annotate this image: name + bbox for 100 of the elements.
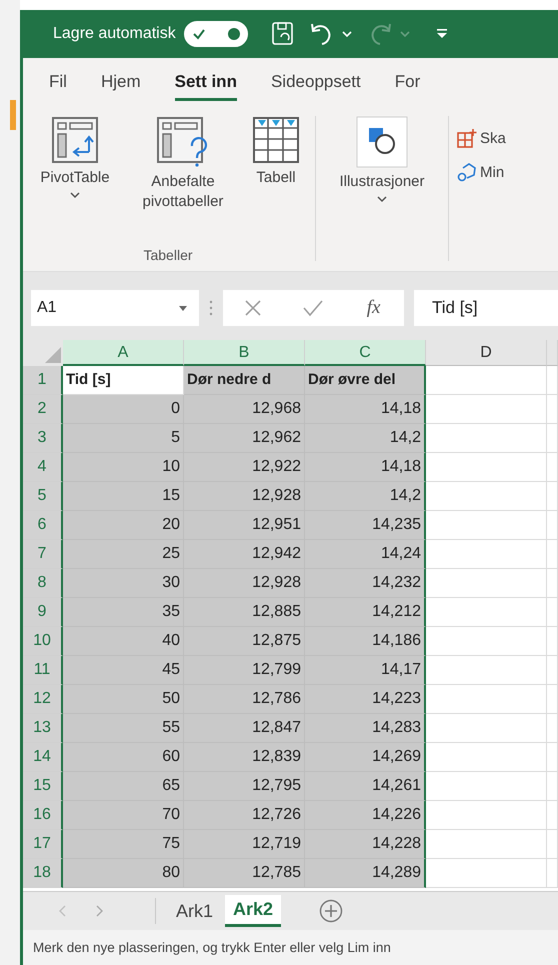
row-header[interactable]: 6 <box>23 511 63 540</box>
ribbon-button[interactable]: Anbefalte pivottabeller <box>127 114 239 247</box>
table-cell: 12,942 <box>184 540 305 569</box>
caret-icon[interactable] <box>342 30 352 38</box>
table-cell: 14,235 <box>305 511 426 540</box>
row-header[interactable]: 15 <box>23 772 63 801</box>
grip-icon[interactable] <box>209 299 213 317</box>
table-cell: 80 <box>63 859 184 888</box>
table-cell: 14,226 <box>305 801 426 830</box>
table-cell: 0 <box>63 395 184 424</box>
row-header[interactable]: 2 <box>23 395 63 424</box>
table-cell <box>547 424 558 453</box>
customize-icon[interactable] <box>436 28 448 40</box>
row-header[interactable]: 8 <box>23 569 63 598</box>
check-icon[interactable] <box>302 298 324 318</box>
table-icon <box>252 116 300 164</box>
shapes-icon <box>356 116 408 168</box>
pivot-table-icon <box>51 116 99 164</box>
table-cell <box>547 482 558 511</box>
dropdown-caret-icon <box>377 196 387 202</box>
table-cell <box>547 598 558 627</box>
table-cell: 14,212 <box>305 598 426 627</box>
name-box[interactable]: A1 <box>31 290 199 326</box>
row-header[interactable]: 12 <box>23 685 63 714</box>
row-header[interactable]: 5 <box>23 482 63 511</box>
table-cell: 60 <box>63 743 184 772</box>
table-cell: 12,839 <box>184 743 305 772</box>
ribbon-button[interactable]: Illustrasjoner <box>324 114 440 265</box>
select-all-icon[interactable] <box>45 347 61 363</box>
row-header[interactable]: 9 <box>23 598 63 627</box>
row-header[interactable]: 16 <box>23 801 63 830</box>
scroll-left-icon[interactable] <box>59 905 67 917</box>
add-sheet-icon[interactable] <box>319 899 344 923</box>
table-cell <box>547 801 558 830</box>
ribbon-button[interactable]: Tabell <box>245 114 307 247</box>
ribbon-button[interactable]: PivotTable <box>29 114 121 247</box>
ribbon-button[interactable]: Ska <box>457 128 506 148</box>
column-header[interactable]: B <box>184 340 305 366</box>
table-cell: 75 <box>63 830 184 859</box>
table-cell: 14,223 <box>305 685 426 714</box>
table-cell <box>547 685 558 714</box>
row-header[interactable]: 14 <box>23 743 63 772</box>
insert-function-button[interactable]: fx <box>362 297 384 319</box>
table-cell: 12,795 <box>184 772 305 801</box>
table-cell: 14,228 <box>305 830 426 859</box>
ribbon-tab[interactable]: For <box>394 66 420 100</box>
table-cell: 40 <box>63 627 184 656</box>
background-window-element <box>10 100 16 130</box>
table-cell <box>547 656 558 685</box>
table-cell: 15 <box>63 482 184 511</box>
table-cell: 12,885 <box>184 598 305 627</box>
table-cell <box>547 366 558 395</box>
table-cell: Dør nedre d <box>184 366 305 395</box>
column-header[interactable]: C <box>305 340 426 366</box>
shape-icon <box>457 162 477 182</box>
row-header[interactable]: 17 <box>23 830 63 859</box>
ribbon-tab[interactable]: Fil <box>49 66 67 100</box>
table-cell <box>547 511 558 540</box>
ribbon-tab[interactable]: Hjem <box>100 66 141 100</box>
column-header[interactable]: D <box>426 340 547 366</box>
status-message: Merk den nye plasseringen, og trykk Enter eller velg Lim inn <box>33 940 391 955</box>
table-cell <box>547 714 558 743</box>
ribbon-tab[interactable]: Sett inn <box>174 66 237 100</box>
table-cell: 14,186 <box>305 627 426 656</box>
dropdown-caret-icon <box>179 306 187 310</box>
ribbon-tab[interactable]: Sideoppsett <box>270 66 361 100</box>
row-header[interactable]: 3 <box>23 424 63 453</box>
row-header[interactable]: 13 <box>23 714 63 743</box>
table-cell: 50 <box>63 685 184 714</box>
scroll-right-icon[interactable] <box>95 905 103 917</box>
table-cell: 10 <box>63 453 184 482</box>
table-cell <box>547 627 558 656</box>
table-cell: 14,261 <box>305 772 426 801</box>
row-header[interactable]: 4 <box>23 453 63 482</box>
table-cell: Dør øvre del <box>305 366 426 395</box>
table-cell: 12,799 <box>184 656 305 685</box>
save-icon[interactable] <box>272 22 294 46</box>
sheet-tab[interactable]: Ark1 <box>168 896 222 926</box>
formula-field[interactable]: Tid [s] <box>414 290 558 326</box>
column-header[interactable]: A <box>63 340 184 366</box>
row-header[interactable]: 18 <box>23 859 63 888</box>
ribbon-button[interactable]: Min <box>457 162 506 182</box>
autosave-toggle[interactable] <box>184 21 248 47</box>
sheet-tab[interactable]: Ark2 <box>225 895 282 927</box>
table-cell: 14,18 <box>305 395 426 424</box>
table-cell: 45 <box>63 656 184 685</box>
table-cell: 12,786 <box>184 685 305 714</box>
row-header[interactable]: 10 <box>23 627 63 656</box>
column-header[interactable] <box>547 340 558 366</box>
table-cell: 12,951 <box>184 511 305 540</box>
table-cell: 12,847 <box>184 714 305 743</box>
row-header[interactable]: 11 <box>23 656 63 685</box>
check-icon <box>192 28 206 40</box>
row-header[interactable]: 7 <box>23 540 63 569</box>
row-header[interactable]: 1 <box>23 366 63 395</box>
table-cell: 65 <box>63 772 184 801</box>
table-cell <box>547 830 558 859</box>
cancel-icon[interactable] <box>242 298 263 318</box>
table-cell: 14,24 <box>305 540 426 569</box>
table-cell: 14,17 <box>305 656 426 685</box>
